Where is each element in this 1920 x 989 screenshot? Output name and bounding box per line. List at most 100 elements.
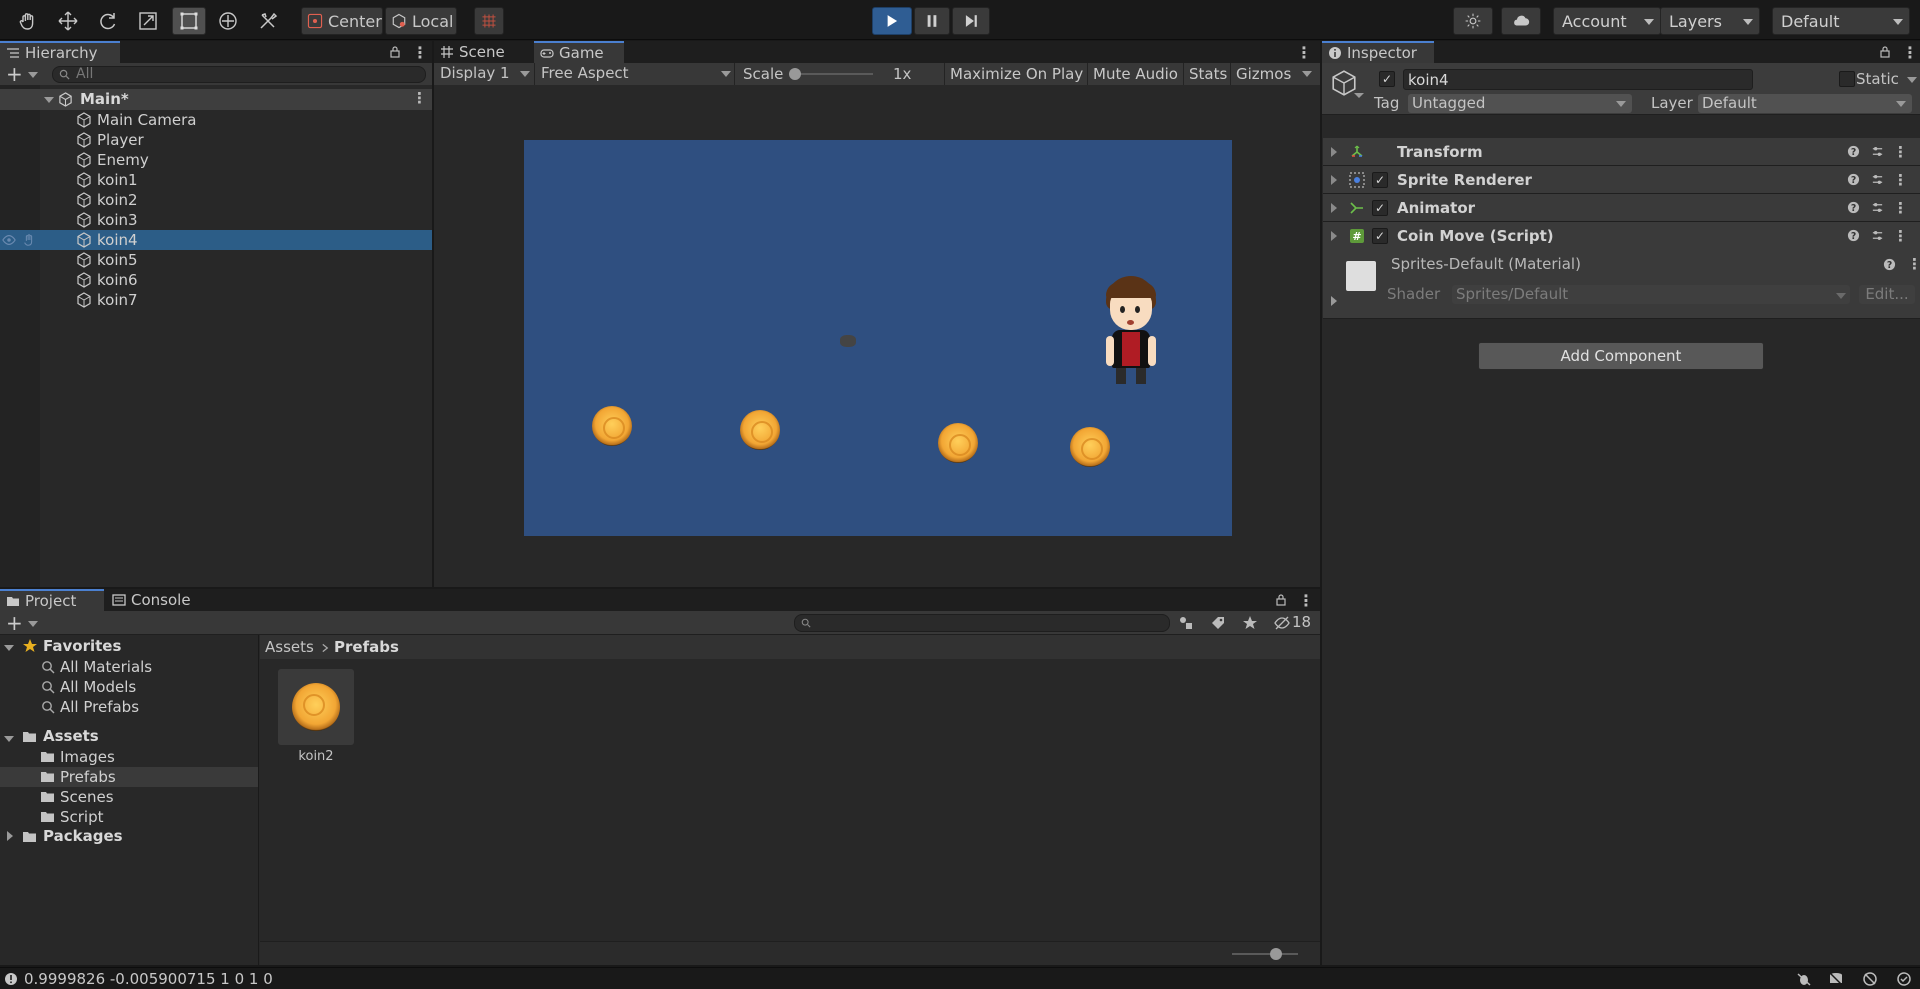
component-header[interactable]: Transform? ⋮ <box>1323 138 1920 166</box>
stats-toggle[interactable]: Stats <box>1183 63 1232 85</box>
pause-button[interactable] <box>914 7 950 35</box>
progress-icon[interactable] <box>1862 971 1878 987</box>
hierarchy-item[interactable]: koin2 <box>0 190 432 210</box>
component-header[interactable]: ✓ Sprite Renderer? ⋮ <box>1323 166 1920 194</box>
cache-server-icon[interactable] <box>1828 971 1844 987</box>
tab-project[interactable]: Project <box>0 589 104 611</box>
chevron-right-icon[interactable] <box>1331 203 1337 213</box>
chevron-right-icon[interactable] <box>1331 296 1337 306</box>
tag-dropdown[interactable]: Untagged <box>1408 94 1632 113</box>
object-name-field[interactable]: koin4 <box>1403 69 1753 90</box>
chevron-down-icon[interactable] <box>1907 77 1917 83</box>
mute-audio-toggle[interactable]: Mute Audio <box>1087 63 1183 85</box>
edit-shader-button[interactable]: Edit... <box>1859 285 1915 304</box>
kebab-menu-icon[interactable]: ⋮ <box>412 89 427 107</box>
kebab-menu-icon[interactable]: ⋮ <box>1893 229 1908 244</box>
chevron-down-icon[interactable] <box>1354 93 1364 98</box>
chevron-down-icon[interactable] <box>1302 71 1312 77</box>
hierarchy-item[interactable]: koin4 <box>0 230 432 250</box>
help-icon[interactable]: ? <box>1846 201 1860 215</box>
maximize-on-play-toggle[interactable]: Maximize On Play <box>944 63 1088 85</box>
layers-dropdown[interactable]: Layers <box>1660 7 1760 35</box>
favorite-item[interactable]: All Models <box>0 677 258 697</box>
rect-tool-button[interactable] <box>172 7 206 35</box>
cloud-button[interactable] <box>1501 7 1541 35</box>
game-canvas[interactable] <box>524 140 1232 536</box>
scene-row[interactable]: Main* ⋮ <box>0 89 432 110</box>
chevron-down-icon[interactable] <box>44 97 54 103</box>
space-toggle[interactable]: Local <box>385 7 457 35</box>
filter-type-icon[interactable] <box>1178 615 1194 631</box>
layer-dropdown[interactable]: Default <box>1698 94 1912 113</box>
component-header[interactable]: ✓ Animator? ⋮ <box>1323 194 1920 222</box>
add-icon[interactable]: + <box>6 611 23 635</box>
folder-item[interactable]: Images <box>0 747 258 767</box>
component-enabled-checkbox[interactable]: ✓ <box>1372 200 1388 216</box>
tab-inspector[interactable]: Inspector <box>1322 41 1434 63</box>
hierarchy-item[interactable]: Enemy <box>0 150 432 170</box>
services-button[interactable] <box>1453 7 1493 35</box>
favorite-item[interactable]: All Materials <box>0 657 258 677</box>
move-tool-button[interactable] <box>52 7 84 35</box>
static-checkbox[interactable] <box>1839 71 1855 87</box>
label-icon[interactable] <box>1210 615 1226 631</box>
hierarchy-search-input[interactable]: All <box>52 66 426 83</box>
scale-tool-button[interactable] <box>132 7 164 35</box>
help-icon[interactable]: ? <box>1846 145 1860 159</box>
custom-tool-button[interactable] <box>252 7 284 35</box>
shader-dropdown[interactable]: Sprites/Default <box>1452 285 1850 304</box>
tab-scene[interactable]: Scene <box>434 41 532 63</box>
chevron-down-icon[interactable] <box>4 645 14 651</box>
kebab-menu-icon[interactable]: ⋮ <box>1296 43 1312 62</box>
component-enabled-checkbox[interactable]: ✓ <box>1372 228 1388 244</box>
help-icon[interactable]: ? <box>1846 173 1860 187</box>
lock-icon[interactable] <box>1878 45 1892 59</box>
kebab-menu-icon[interactable]: ⋮ <box>1902 43 1918 62</box>
tab-hierarchy[interactable]: Hierarchy <box>0 41 120 63</box>
folder-item[interactable]: Prefabs <box>0 767 258 787</box>
kebab-menu-icon[interactable]: ⋮ <box>1893 145 1908 160</box>
chevron-right-icon[interactable] <box>1331 231 1337 241</box>
chevron-down-icon[interactable] <box>4 736 14 742</box>
hierarchy-item[interactable]: Main Camera <box>0 110 432 130</box>
preset-icon[interactable] <box>1870 201 1884 215</box>
account-dropdown[interactable]: Account <box>1553 7 1661 35</box>
project-search-input[interactable] <box>794 614 1170 632</box>
check-circle-icon[interactable] <box>1896 971 1912 987</box>
eye-icon[interactable] <box>2 233 16 247</box>
kebab-menu-icon[interactable]: ⋮ <box>1893 173 1908 188</box>
tab-console[interactable]: Console <box>106 589 206 611</box>
star-icon[interactable] <box>1242 615 1258 631</box>
chevron-right-icon[interactable] <box>7 831 13 841</box>
bug-icon[interactable] <box>1796 971 1812 987</box>
preset-icon[interactable] <box>1870 173 1884 187</box>
add-component-button[interactable]: Add Component <box>1478 342 1764 370</box>
component-enabled-checkbox[interactable]: ✓ <box>1372 172 1388 188</box>
rotate-tool-button[interactable] <box>92 7 124 35</box>
zoom-slider-thumb[interactable] <box>1270 948 1282 960</box>
scale-slider[interactable] <box>789 68 873 80</box>
hierarchy-item[interactable]: koin3 <box>0 210 432 230</box>
help-icon[interactable]: ? <box>1883 258 1896 271</box>
kebab-menu-icon[interactable]: ⋮ <box>1893 201 1908 216</box>
active-checkbox[interactable]: ✓ <box>1379 71 1395 87</box>
hierarchy-item[interactable]: koin1 <box>0 170 432 190</box>
component-header[interactable]: # ✓ Coin Move (Script)? ⋮ <box>1323 222 1920 250</box>
tab-game[interactable]: Game <box>534 41 624 63</box>
display-dropdown[interactable]: Display 1 <box>434 63 534 85</box>
pivot-toggle[interactable]: Center <box>301 7 383 35</box>
hierarchy-item[interactable]: koin5 <box>0 250 432 270</box>
chevron-right-icon[interactable] <box>1331 147 1337 157</box>
kebab-menu-icon[interactable]: ⋮ <box>412 43 428 62</box>
help-icon[interactable]: ? <box>1846 229 1860 243</box>
folder-item[interactable]: Script <box>0 807 258 827</box>
kebab-menu-icon[interactable]: ⋮ <box>1907 255 1920 273</box>
asset-tile[interactable]: koin2 <box>278 669 354 769</box>
aspect-dropdown[interactable]: Free Aspect <box>534 63 734 85</box>
hand-tool-button[interactable] <box>12 7 44 35</box>
status-message[interactable]: 0.9999826 -0.005900715 1 0 1 0 <box>24 970 273 988</box>
transform-tool-button[interactable] <box>212 7 244 35</box>
preset-icon[interactable] <box>1870 145 1884 159</box>
kebab-menu-icon[interactable]: ⋮ <box>1298 591 1314 610</box>
preset-icon[interactable] <box>1870 229 1884 243</box>
